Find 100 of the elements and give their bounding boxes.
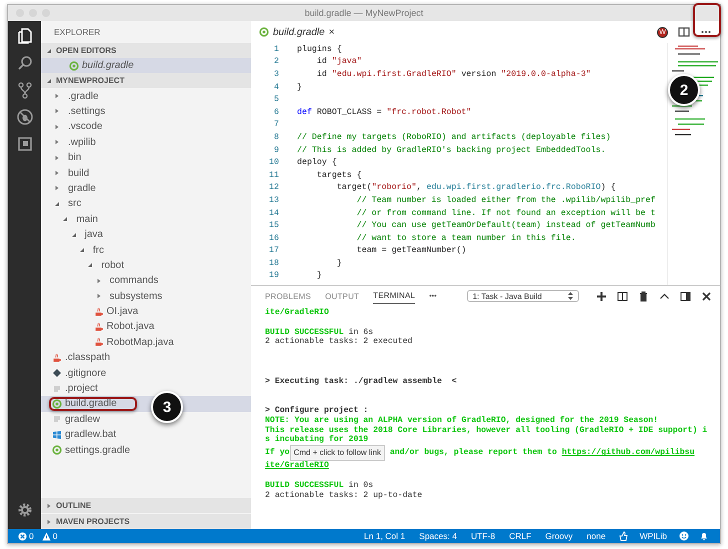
- bell-icon[interactable]: [699, 531, 709, 541]
- chevron-icon[interactable]: [96, 293, 102, 300]
- tree-item[interactable]: RobotMap.java: [41, 334, 251, 350]
- terminal-text: BUILD SUCCESSFUL: [265, 328, 344, 337]
- chevron-icon[interactable]: [54, 139, 60, 146]
- status-item[interactable]: CRLF: [505, 531, 536, 541]
- tree-item[interactable]: bin: [41, 150, 251, 166]
- line-number: 8: [273, 132, 279, 142]
- tree-item[interactable]: frc: [41, 242, 251, 258]
- chevron-icon[interactable]: [46, 518, 52, 524]
- chevron-icon[interactable]: [54, 108, 60, 114]
- code-line: }: [297, 82, 302, 92]
- smiley-icon[interactable]: [679, 531, 689, 541]
- terminal-text: > Configure project :: [265, 406, 368, 416]
- chevron-icon[interactable]: [46, 502, 52, 508]
- tree-item[interactable]: src: [41, 196, 251, 212]
- trash-icon[interactable]: [638, 290, 649, 302]
- tree-item[interactable]: build: [41, 165, 251, 181]
- errors-indicator[interactable]: 0: [14, 531, 38, 541]
- code-line: id "edu.wpi.first.GradleRIO" version "2019.0.0-alpha-3": [316, 70, 591, 79]
- tree-item[interactable]: .wpilib: [41, 134, 251, 150]
- chevron-icon[interactable]: [96, 278, 102, 284]
- chevron-icon[interactable]: [54, 170, 60, 176]
- tree-item[interactable]: java: [41, 226, 251, 242]
- section-header[interactable]: OUTLINE: [41, 498, 251, 513]
- terminal-text: in 6s: [348, 328, 374, 337]
- chevron-icon[interactable]: [54, 200, 60, 207]
- panel-tab[interactable]: TERMINAL: [373, 288, 416, 304]
- windows-icon: [52, 430, 62, 440]
- status-item[interactable]: WPILib: [636, 531, 671, 541]
- chevron-icon[interactable]: [54, 93, 60, 100]
- chevron-icon[interactable]: [54, 124, 60, 130]
- chevron-icon[interactable]: [54, 185, 60, 192]
- terminal-text: 2 actionable tasks: 2 up-to-date: [265, 490, 422, 500]
- chevron-icon[interactable]: [62, 216, 68, 222]
- tree-item[interactable]: gradle: [41, 180, 251, 196]
- settings-icon[interactable]: [16, 501, 34, 519]
- line-number: 3: [273, 70, 279, 79]
- status-item[interactable]: none: [582, 531, 610, 541]
- tree-item[interactable]: .classpath: [41, 350, 251, 366]
- terminal-text: ite/GradleRIO: [265, 308, 329, 318]
- extensions-icon[interactable]: [16, 135, 34, 153]
- branch-icon[interactable]: [16, 81, 34, 99]
- line-number: 9: [273, 146, 279, 155]
- maximize-panel-icon[interactable]: [680, 290, 691, 302]
- tree-item[interactable]: gradlew.bat: [41, 426, 251, 442]
- line-number: 7: [273, 120, 279, 130]
- status-item[interactable]: Spaces: 4: [415, 531, 461, 541]
- close-icon[interactable]: [701, 290, 712, 302]
- tree-item[interactable]: Robot.java: [41, 319, 251, 335]
- tree-item[interactable]: main: [41, 212, 251, 227]
- warnings-indicator[interactable]: 0: [38, 531, 62, 541]
- line-number: 12: [268, 183, 279, 192]
- terminal-text: s incubating for 2019: [265, 435, 368, 446]
- line-number: 16: [268, 234, 279, 243]
- chevron-icon[interactable]: [78, 246, 85, 253]
- close-icon[interactable]: ×: [328, 26, 335, 38]
- open-editor-item[interactable]: build.gradle: [41, 58, 251, 74]
- tree-item[interactable]: .vscode: [41, 119, 251, 135]
- thumbs-up-icon[interactable]: [618, 531, 628, 541]
- status-item[interactable]: UTF-8: [466, 531, 500, 541]
- section-header[interactable]: OPEN EDITORS: [41, 43, 251, 58]
- window-title: build.gradle — MyNewProject: [304, 8, 424, 18]
- tree-item[interactable]: .gitignore: [41, 365, 251, 381]
- chevron-icon[interactable]: [54, 154, 60, 161]
- tree-item[interactable]: OI.java: [41, 304, 251, 320]
- text-file-icon: [52, 384, 62, 394]
- plus-icon[interactable]: [596, 290, 607, 302]
- chevron-icon[interactable]: [46, 78, 52, 84]
- status-item[interactable]: Groovy: [541, 531, 577, 541]
- chevron-icon[interactable]: [70, 232, 77, 238]
- line-number: 6: [273, 108, 279, 117]
- code-line: // Define my targets (RoboRIO) and artifacts (deployable files): [297, 132, 611, 142]
- tree-item[interactable]: subsystems: [41, 288, 251, 304]
- chevron-icon[interactable]: [46, 48, 52, 54]
- tree-item[interactable]: commands: [41, 273, 251, 288]
- status-item[interactable]: Ln 1, Col 1: [360, 531, 410, 541]
- tree-item[interactable]: robot: [41, 258, 251, 274]
- sidebar-title: EXPLORER: [54, 27, 100, 37]
- chevron-icon[interactable]: [87, 262, 94, 268]
- terminal-select[interactable]: 1: Task - Java Build: [466, 290, 579, 302]
- coffee-cup-icon: [94, 306, 104, 317]
- line-number: 4: [273, 82, 279, 92]
- panel-tab[interactable]: OUTPUT: [325, 288, 360, 304]
- debug-icon[interactable]: [16, 108, 34, 126]
- line-number: 10: [268, 158, 279, 168]
- tree-item[interactable]: .gradle: [41, 88, 251, 104]
- line-number: 19: [268, 271, 279, 280]
- tree-item[interactable]: .settings: [41, 104, 251, 120]
- section-header[interactable]: MAVEN PROJECTS: [41, 514, 251, 529]
- code-line: // You can use getTeamOrDefault(team) instead of getTeamNumb: [356, 221, 656, 230]
- code-line: deploy {: [297, 158, 337, 168]
- gradle-icon: [259, 27, 269, 37]
- section-header[interactable]: MYNEWPROJECT: [41, 73, 251, 88]
- files-icon[interactable]: [16, 27, 34, 45]
- split-editor-icon[interactable]: [678, 26, 690, 38]
- tree-item[interactable]: settings.gradle: [41, 442, 251, 458]
- search-icon[interactable]: [16, 54, 34, 72]
- panel-tab[interactable]: PROBLEMS: [265, 288, 312, 304]
- split-icon[interactable]: [617, 290, 628, 302]
